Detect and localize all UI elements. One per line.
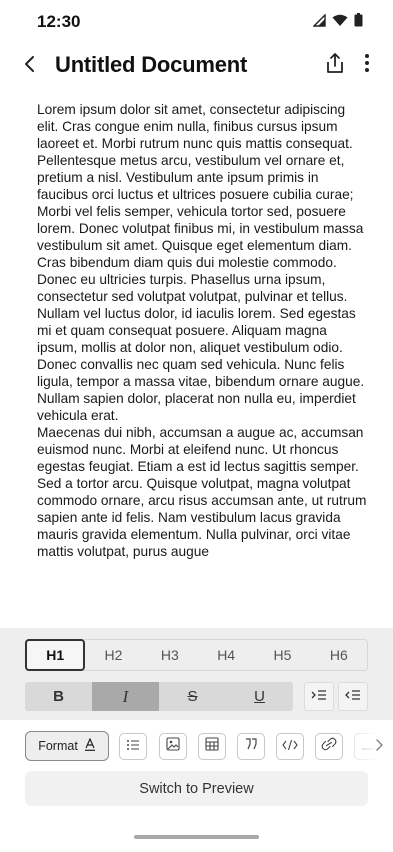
italic-button[interactable]: I — [92, 682, 159, 711]
status-bar: 12:30 — [0, 0, 393, 44]
format-panel: H1 H2 H3 H4 H5 H6 B I S U — [0, 628, 393, 720]
insert-table-button[interactable] — [198, 733, 226, 760]
underline-icon: U — [254, 688, 265, 705]
heading-level-selector: H1 H2 H3 H4 H5 H6 — [25, 639, 368, 671]
format-label: Format — [38, 739, 78, 753]
indent-icon — [311, 688, 327, 706]
indent-group — [304, 682, 368, 711]
code-icon — [282, 738, 298, 756]
heading-h2-button[interactable]: H2 — [85, 640, 141, 670]
text-color-icon — [84, 737, 96, 754]
outdent-icon — [345, 688, 361, 706]
insert-quote-button[interactable] — [237, 733, 265, 760]
bold-button[interactable]: B — [25, 682, 92, 711]
chevron-right-icon[interactable] — [375, 738, 384, 757]
heading-h3-button[interactable]: H3 — [142, 640, 198, 670]
document-editor[interactable]: Lorem ipsum dolor sit amet, consectetur … — [37, 101, 367, 628]
status-time: 12:30 — [37, 12, 81, 31]
scroll-fade — [352, 729, 393, 763]
more-options-button[interactable] — [355, 50, 379, 80]
table-icon — [205, 737, 219, 756]
insert-link-button[interactable] — [315, 733, 343, 760]
outdent-button[interactable] — [338, 682, 368, 711]
strikethrough-icon: S — [187, 688, 198, 705]
strikethrough-button[interactable]: S — [159, 682, 226, 711]
status-icons — [312, 12, 363, 32]
heading-h6-button[interactable]: H6 — [311, 640, 367, 670]
link-icon — [321, 737, 337, 756]
app-bar: Untitled Document — [0, 44, 393, 88]
more-vertical-icon — [364, 53, 370, 78]
chevron-left-icon — [24, 55, 36, 78]
paragraph[interactable]: Maecenas dui nibh, accumsan a augue ac, … — [37, 424, 367, 560]
back-button[interactable] — [16, 52, 44, 80]
switch-to-preview-button[interactable]: Switch to Preview — [25, 771, 368, 806]
formatting-toolbar: H1 H2 H3 H4 H5 H6 B I S U Format Switch … — [0, 628, 393, 852]
bullet-list-icon — [126, 738, 140, 756]
insert-image-button[interactable] — [159, 733, 187, 760]
italic-icon: I — [122, 686, 129, 706]
battery-icon — [354, 13, 363, 32]
indent-button[interactable] — [304, 682, 334, 711]
signal-icon — [312, 12, 326, 32]
heading-h1-button[interactable]: H1 — [25, 639, 86, 671]
paragraph[interactable]: Donec eu ultricies turpis. Phasellus urn… — [37, 271, 367, 424]
insert-code-button[interactable] — [276, 733, 304, 760]
insert-toolbar: Format — [0, 729, 393, 763]
paragraph[interactable]: Lorem ipsum dolor sit amet, consectetur … — [37, 101, 367, 271]
quote-icon — [244, 737, 258, 756]
home-indicator[interactable] — [134, 835, 259, 839]
text-style-group: B I S U — [25, 682, 293, 711]
bullet-list-button[interactable] — [119, 733, 147, 760]
format-button[interactable]: Format — [25, 731, 109, 761]
share-icon — [325, 52, 345, 79]
share-button[interactable] — [321, 50, 349, 80]
page-title: Untitled Document — [55, 52, 248, 77]
image-icon — [166, 737, 180, 756]
heading-h4-button[interactable]: H4 — [198, 640, 254, 670]
wifi-icon — [332, 14, 348, 32]
bold-icon: B — [53, 688, 64, 705]
heading-h5-button[interactable]: H5 — [254, 640, 310, 670]
underline-button[interactable]: U — [226, 682, 293, 711]
